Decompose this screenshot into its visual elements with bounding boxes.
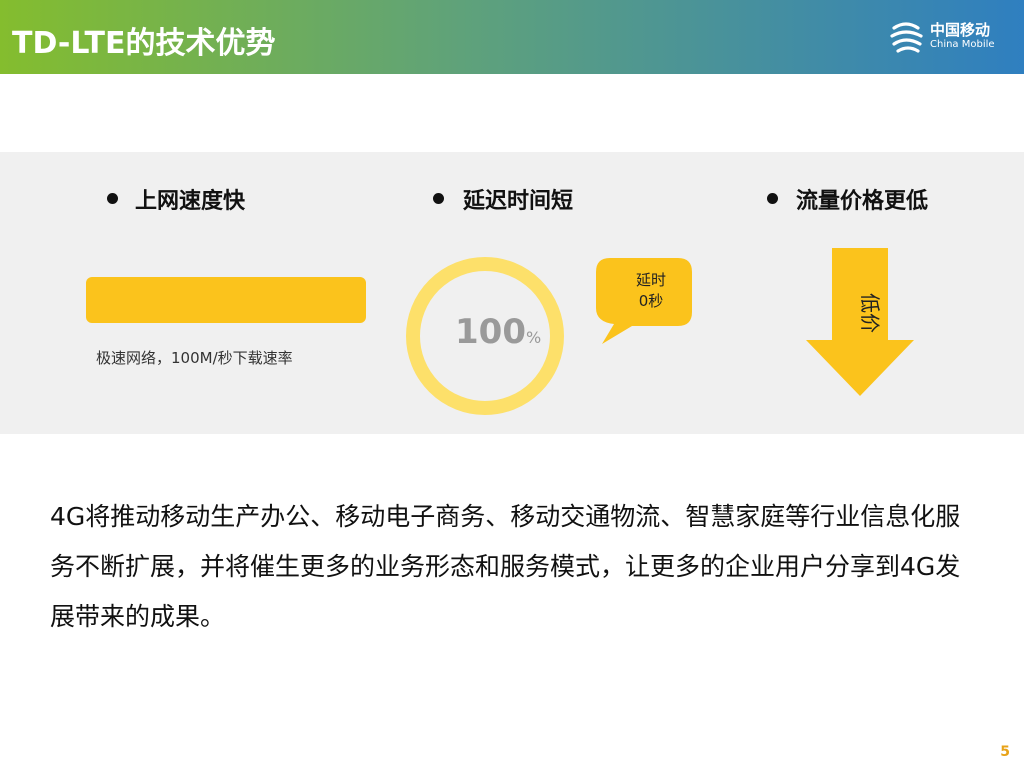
bullet-icon [767,193,778,204]
body-paragraph: 4G将推动移动生产办公、移动电子商务、移动交通物流、智慧家庭等行业信息化服务不断… [50,502,961,631]
slide-title: TD-LTE的技术优势 [12,26,276,61]
slide-header: TD-LTE的技术优势 中国移动 China Mobile [0,0,1024,74]
latency-percent: 100% [455,312,541,352]
bubble-line-2: 0秒 [638,292,664,310]
advantages-panel: 上网速度快 极速网络，100M/秒下载速率 延迟时间短 100% 延时 0秒 流… [0,152,1024,434]
bubble-line-1: 延时 [635,271,666,289]
latency-value: 100 [455,312,526,352]
china-mobile-logo: 中国移动 China Mobile [888,18,1008,58]
bullet-icon [433,193,444,204]
heading-speed: 上网速度快 [135,189,246,214]
logo-name-cn: 中国移动 [930,21,991,39]
logo-name-en: China Mobile [930,39,995,50]
heading-latency: 延迟时间短 [463,189,574,214]
page-number: 5 [1000,744,1010,760]
latency-unit: % [525,328,542,347]
heading-price: 流量价格更低 [796,189,929,214]
china-mobile-logo-icon [890,22,923,53]
speed-bar [86,277,366,323]
bullet-icon [107,193,118,204]
speed-caption: 极速网络，100M/秒下载速率 [96,349,293,367]
price-arrow-label: 低价 [858,293,882,333]
latency-bubble-text: 延时 0秒 [620,270,682,312]
